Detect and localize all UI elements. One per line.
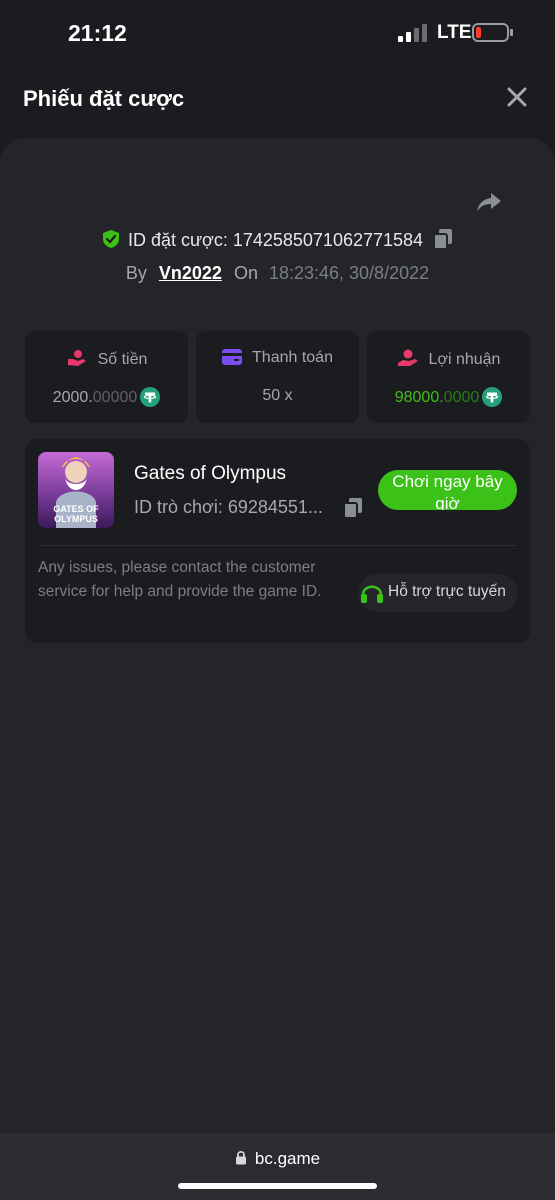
user-link[interactable]: Vn2022 [159,263,222,283]
usdt-icon [140,387,161,407]
live-support-button[interactable]: Hỗ trợ trực tuyến [358,574,518,612]
game-thumbnail[interactable]: GATES OF OLYMPUS [38,452,114,528]
url-bar[interactable]: bc.game [0,1149,555,1169]
header: Phiếu đặt cược [0,62,555,138]
lock-icon [235,1150,246,1165]
home-indicator[interactable] [178,1183,377,1189]
network-label: LTE [437,22,472,43]
game-thumb-line2: OLYMPUS [54,514,98,524]
status-bar: 21:12 LTE [0,0,555,62]
usdt-icon [482,387,503,407]
stat-profit: Lợi nhuận 98000.0000 [367,331,530,423]
battery-icon [472,23,513,42]
by-label: By [125,263,147,283]
bet-author-row: By Vn2022 On 18:23:46, 30/8/2022 [0,263,555,284]
divider [38,545,517,546]
hand-coins-icon [397,349,418,366]
page-title: Phiếu đặt cược [23,86,185,111]
bet-datetime: 18:23:46, 30/8/2022 [268,263,430,283]
shield-icon [102,230,119,248]
copy-icon[interactable] [343,497,363,519]
stat-payout: Thanh toán 50 x [196,331,359,423]
close-icon[interactable] [506,86,528,108]
signal-icon [398,24,427,42]
status-time: 21:12 [68,20,127,46]
url-text: bc.game [254,1149,321,1168]
copy-icon[interactable] [433,228,453,250]
play-now-button[interactable]: Chơi ngay bây giờ [378,470,517,510]
bet-id-text: ID đặt cược: 1742585071062771584 [127,230,424,250]
money-bag-icon [67,350,86,366]
stat-payout-label: Thanh toán [252,349,333,366]
game-card: GATES OF OLYMPUS Gates of Olympus ID trò… [25,439,530,643]
on-label: On [233,263,258,283]
stat-profit-value: 98000. [394,389,444,406]
stat-profit-decimals: 0000 [443,389,480,406]
bet-id-row: ID đặt cược: 1742585071062771584 [0,228,555,251]
browser-bar: bc.game [0,1133,555,1200]
live-support-label: Hỗ trợ trực tuyến [388,583,506,600]
game-id: ID trò chơi: 69284551... [134,497,323,517]
stat-amount-label: Số tiền [97,351,148,368]
headset-icon [361,585,383,603]
game-name: Gates of Olympus [134,463,287,484]
stat-payout-value: 50 x [262,387,293,404]
share-icon[interactable] [475,188,503,216]
game-thumb-line1: GATES OF [53,504,99,514]
card-icon [222,349,243,365]
stat-amount: Số tiền 2000.00000 [25,331,188,423]
help-text: Any issues, please contact the customer … [38,559,322,600]
stat-profit-label: Lợi nhuận [428,351,501,368]
stat-amount-decimals: 00000 [92,389,138,406]
stat-amount-value: 2000. [52,389,93,406]
